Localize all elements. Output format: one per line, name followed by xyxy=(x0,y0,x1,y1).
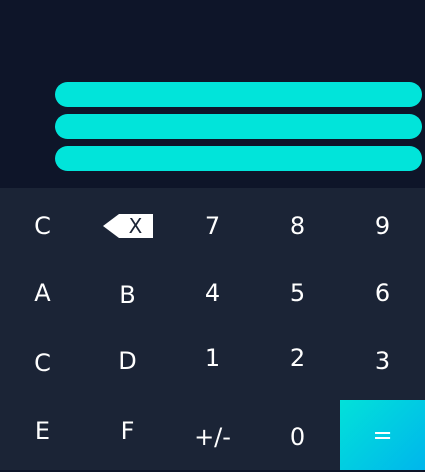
clear-label: C xyxy=(34,211,51,240)
key-1[interactable]: 1 xyxy=(170,323,255,393)
display-area xyxy=(0,0,425,188)
key-e[interactable]: E xyxy=(0,396,85,466)
key-4[interactable]: 4 xyxy=(170,258,255,328)
negate-button[interactable]: +/- xyxy=(170,402,255,472)
display-line-2 xyxy=(55,114,422,139)
clear-button[interactable]: C xyxy=(0,188,85,263)
keypad: C X 7 8 9 A B 4 5 6 C D 1 2 3 E F +/- 0 … xyxy=(0,188,425,470)
key-5[interactable]: 5 xyxy=(255,258,340,328)
key-8[interactable]: 8 xyxy=(255,188,340,263)
key-0[interactable]: 0 xyxy=(255,402,340,472)
key-b[interactable]: B xyxy=(85,260,170,330)
backspace-icon: X xyxy=(102,213,153,238)
key-7[interactable]: 7 xyxy=(170,188,255,263)
key-9[interactable]: 9 xyxy=(340,188,425,263)
display-line-3 xyxy=(55,146,422,171)
key-f[interactable]: F xyxy=(85,396,170,466)
key-c[interactable]: C xyxy=(0,328,85,398)
key-d[interactable]: D xyxy=(85,326,170,396)
key-2[interactable]: 2 xyxy=(255,323,340,393)
key-6[interactable]: 6 xyxy=(340,258,425,328)
display-line-1 xyxy=(55,82,422,107)
equals-button[interactable]: = xyxy=(340,400,425,470)
key-3[interactable]: 3 xyxy=(340,326,425,396)
backspace-button[interactable]: X xyxy=(85,188,170,263)
key-a[interactable]: A xyxy=(0,258,85,328)
